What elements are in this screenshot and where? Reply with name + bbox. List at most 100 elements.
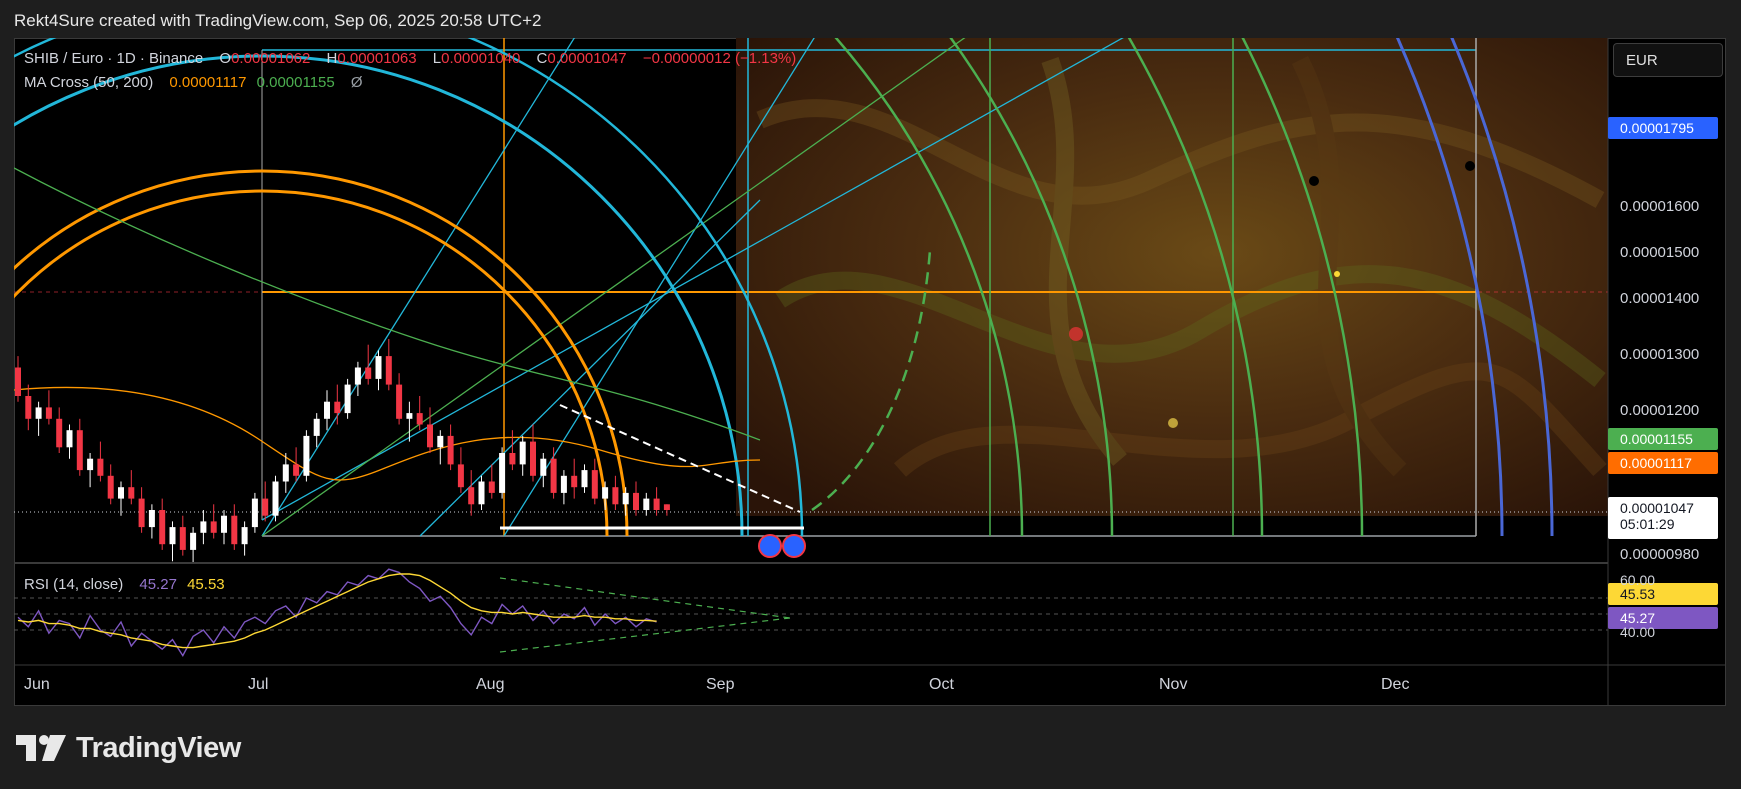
rsi-trend-line [499,617,791,653]
price-tag-top: 0.00001795 [1608,117,1718,139]
candle-body [87,458,94,471]
candle-body [457,464,464,488]
candle-body [653,498,660,510]
close-label: C [536,50,548,67]
annotation-dot [1168,418,1178,428]
open-value: 0.00001062 [231,50,311,67]
tradingview-logo[interactable]: TradingView [16,730,241,766]
price-axis-tick: 0.00000980 [1620,546,1700,563]
change-value: −0.00000012 (−1.13%) [642,50,797,67]
candle-body [179,527,186,550]
candle-body [571,475,578,488]
candle-body [416,413,423,425]
candle-body [643,498,650,510]
tradingview-logo-icon [16,735,66,761]
candle-body [663,504,670,510]
candle-body [15,367,21,396]
price-axis-tick: 0.00001500 [1620,244,1700,261]
candle-body [25,396,32,419]
chart-canvas[interactable] [0,0,1741,789]
candle-body [169,527,176,545]
candle-body [509,453,516,465]
candle-body [560,475,567,493]
time-axis-tick: Jun [24,676,50,693]
low-label: L [432,50,442,67]
high-value: 0.00001063 [337,50,417,67]
time-axis-tick: Dec [1381,676,1410,693]
candle-body [499,453,506,493]
close-value: 0.00001047 [547,50,627,67]
candle-body [478,481,485,505]
candle-body [324,401,330,419]
ohlc-legend: SHIB / Euro · 1D · Binance O0.00001062 H… [24,50,796,67]
candle-body [385,356,392,385]
candle-body [313,418,320,436]
time-axis-tick: Nov [1159,676,1188,693]
candle-body [427,424,433,448]
candle-body [200,521,207,533]
candle-body [447,435,454,465]
symbol-label[interactable]: SHIB / Euro · 1D · Binance [24,50,203,67]
ma-extra-value: Ø [350,74,363,91]
currency-button[interactable]: EUR [1613,43,1723,77]
candle-body [354,367,361,385]
candle-body [396,384,403,419]
tradingview-logo-text: TradingView [76,731,241,764]
last-price-value: 0.00001047 [1620,500,1694,516]
rsi-value: 45.27 [139,576,177,593]
candle-body [622,492,629,505]
candle-body [76,430,83,471]
high-label: H [326,50,338,67]
bar-countdown: 05:01:29 [1620,516,1675,532]
time-axis-tick: Oct [929,676,954,693]
candle-body [488,481,495,493]
ma-slow-value: 0.00001155 [256,74,335,91]
rsi-axis-tick: 60.00 [1620,572,1656,588]
low-value: 0.00001040 [441,50,521,67]
candle-body [550,458,557,493]
candle-body [344,384,351,414]
ma-fast-value: 0.00001117 [169,74,247,91]
candle-body [97,458,104,476]
candle-body [251,498,258,528]
candle-body [148,510,155,528]
candle-body [437,435,444,448]
candle-body [468,487,475,505]
candle-body [581,470,588,488]
candle-body [334,401,341,414]
price-tag-ma-fast: 0.00001117 [1608,452,1718,474]
annotation-dot [1309,176,1319,186]
annotation-dot [1334,271,1340,277]
event-marker-icon [758,534,782,558]
candle-body [540,458,547,476]
candle-body [293,464,300,476]
price-axis-tick: 0.00001300 [1620,346,1700,363]
price-axis-tick: 0.00001200 [1620,402,1700,419]
candle-body [262,498,269,516]
candle-body [231,515,238,545]
ma-legend[interactable]: MA Cross (50, 200) 0.00001117 0.00001155… [24,74,363,91]
annotation-dot [1069,327,1083,341]
candle-body [303,435,310,476]
rsi-legend[interactable]: RSI (14, close) 45.27 45.53 [24,576,225,593]
candle-body [128,487,135,499]
rsi-axis-tick: 40.00 [1620,624,1656,640]
fib-arc-orange [14,189,609,537]
candle-body [591,470,598,499]
candle-body [602,487,609,499]
candle-body [272,481,279,516]
ma-fast-line [14,386,761,481]
candle-body [190,532,197,550]
open-label: O [219,50,232,67]
candle-body [221,515,227,533]
candle-body [66,430,73,448]
candle-body [519,441,526,465]
candle-body [612,487,619,505]
candle-body [530,441,536,476]
candle-body [107,475,114,499]
price-tag-ma-slow: 0.00001155 [1608,428,1718,450]
candle-body [375,356,382,379]
candle-body [210,521,217,533]
candle-body [282,464,289,482]
candle-body [633,492,639,510]
